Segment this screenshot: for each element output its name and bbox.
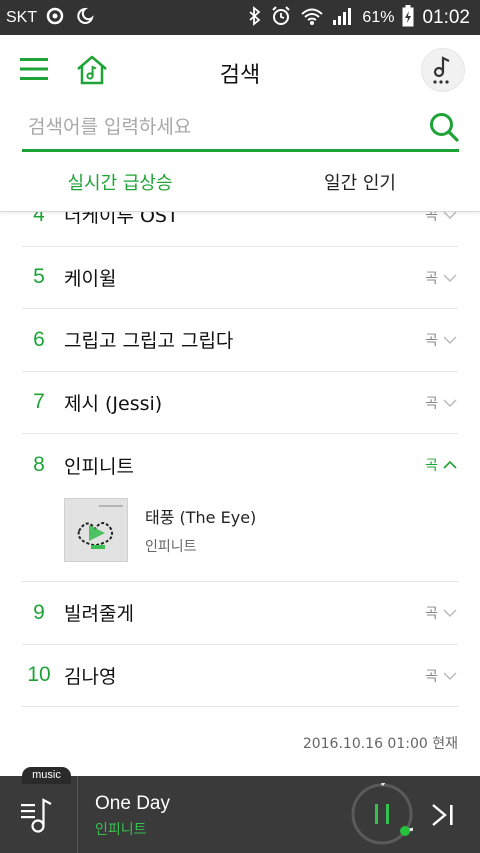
song-result[interactable]: 태풍 (The Eye) 인피니트 <box>64 498 256 562</box>
pause-button[interactable] <box>351 770 437 845</box>
list-item[interactable]: 9 빌려줄게 곡 <box>22 582 458 645</box>
expanded-list-item: 8 인피니트 곡 태풍 (The Eye) 인피니트 <box>22 434 458 582</box>
bluetooth-icon <box>248 5 262 30</box>
type-label: 곡 <box>425 270 438 287</box>
keyword-label: 케이윌 <box>64 267 117 290</box>
type-label: 곡 <box>425 668 438 685</box>
carrier-label: SKT <box>6 8 38 26</box>
chevron-down-icon[interactable] <box>442 395 458 411</box>
type-label: 곡 <box>425 606 438 622</box>
keyword-ranking-list: 4 더케이투 OST 곡 5 케이윌 곡 6 그립고 그립고 그립다 곡 7 제… <box>22 212 458 772</box>
chevron-down-icon[interactable] <box>442 605 458 621</box>
search-bar <box>22 106 459 152</box>
chevron-down-icon[interactable] <box>442 668 458 684</box>
battery-charging-icon <box>402 4 414 31</box>
sync-icon <box>45 6 65 30</box>
my-music-button[interactable] <box>421 48 465 92</box>
alarm-icon <box>270 5 292 31</box>
next-track-button[interactable] <box>428 800 458 830</box>
now-playing-title: One Day <box>95 793 170 814</box>
chevron-down-icon[interactable] <box>442 212 458 223</box>
chevron-up-icon[interactable] <box>442 457 458 473</box>
music-note-icon <box>433 56 450 84</box>
type-label: 곡 <box>425 458 438 474</box>
list-item[interactable]: 5 케이윌 곡 <box>22 247 458 309</box>
list-item[interactable]: 6 그립고 그립고 그립다 곡 <box>22 309 458 372</box>
chart-timestamp: 2016.10.16 01:00 현재 <box>302 736 458 752</box>
album-cover <box>64 498 128 562</box>
now-playing-artist: 인피니트 <box>95 822 147 838</box>
song-title: 태풍 (The Eye) <box>145 508 257 527</box>
type-label: 곡 <box>425 333 438 349</box>
keyword-label: 인피니트 <box>64 455 134 478</box>
search-button[interactable] <box>429 112 459 142</box>
list-item[interactable]: 4 더케이투 OST 곡 <box>22 212 458 247</box>
app-header: 검색 <box>0 35 480 105</box>
tab-realtime-rising[interactable]: 실시간 급상승 <box>0 152 240 211</box>
mini-player: One Day 인피니트 <box>0 770 480 853</box>
rank-number: 9 <box>33 600 45 624</box>
chevron-down-icon[interactable] <box>442 270 458 286</box>
playlist-button[interactable] <box>0 776 78 853</box>
type-label: 곡 <box>425 212 438 224</box>
clock: 01:02 <box>422 6 470 28</box>
rank-number: 8 <box>33 453 45 477</box>
list-item[interactable]: 10 김나영 곡 <box>22 645 458 707</box>
search-icon <box>430 113 459 142</box>
keyword-label: 김나영 <box>64 665 117 688</box>
search-input[interactable] <box>28 112 418 142</box>
type-label: 곡 <box>425 395 438 412</box>
keyword-label: 더케이투 OST <box>64 212 179 228</box>
night-mode-icon <box>73 6 95 30</box>
rank-number: 10 <box>27 663 51 687</box>
playlist-icon <box>20 797 52 833</box>
wifi-icon <box>300 6 324 30</box>
keyword-label: 제시 (Jessi) <box>64 392 163 415</box>
battery-percent: 61% <box>362 8 395 26</box>
tab-daily-popular[interactable]: 일간 인기 <box>240 152 480 211</box>
chart-tabs: 실시간 급상승 일간 인기 <box>0 152 480 212</box>
page-title: 검색 <box>219 63 261 88</box>
rank-number: 4 <box>33 212 45 226</box>
song-artist: 인피니트 <box>145 539 197 555</box>
rank-number: 6 <box>33 327 45 351</box>
next-track-icon <box>432 804 453 826</box>
keyword-label: 그립고 그립고 그립다 <box>64 330 234 353</box>
chevron-down-icon[interactable] <box>442 332 458 348</box>
pause-icon <box>351 770 437 845</box>
keyword-label: 빌려줄게 <box>64 603 134 626</box>
list-item[interactable]: 7 제시 (Jessi) 곡 <box>22 372 458 434</box>
list-item[interactable]: 8 인피니트 곡 <box>22 434 458 497</box>
status-bar: SKT 61% 01:02 <box>0 0 480 35</box>
signal-icon <box>332 6 354 30</box>
rank-number: 5 <box>33 265 45 289</box>
music-tag: music <box>22 767 71 784</box>
rank-number: 7 <box>33 390 45 414</box>
